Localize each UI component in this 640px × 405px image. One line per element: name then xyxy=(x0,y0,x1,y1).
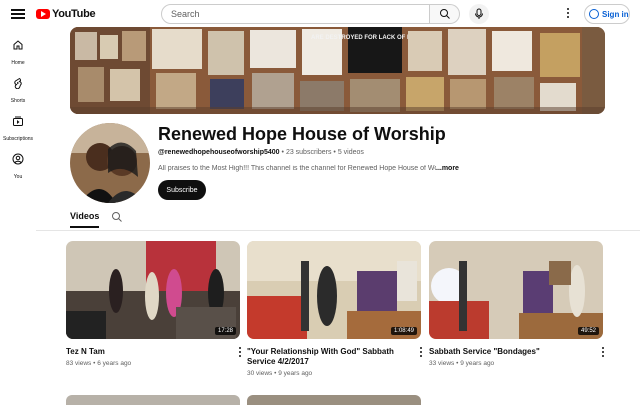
channel-description[interactable]: All praises to the Most High!!! This cha… xyxy=(158,165,459,172)
youtube-logo[interactable]: YouTube xyxy=(36,8,96,20)
more-link[interactable]: ...more xyxy=(436,165,459,172)
thumbnail-image xyxy=(429,241,603,339)
video-menu-icon[interactable] xyxy=(238,347,242,359)
video-meta: 83 views • 6 years ago xyxy=(66,360,240,367)
search-input[interactable]: Search xyxy=(161,4,430,24)
sidebar-item-label: You xyxy=(13,174,23,180)
top-bar: YouTube Search Sign in xyxy=(0,0,640,28)
banner-image: ARE DESTROYED FOR LACK OF Knowledge xyxy=(70,27,605,114)
video-thumbnail[interactable]: 17:28 xyxy=(66,241,240,339)
home-icon xyxy=(13,40,23,50)
video-card[interactable]: 1:08:49 "Your Relationship With God" Sab… xyxy=(247,241,423,377)
video-title[interactable]: Tez N Tam xyxy=(66,347,216,357)
signin-button[interactable]: Sign in xyxy=(584,4,630,24)
search-placeholder: Search xyxy=(171,9,200,19)
microphone-icon xyxy=(475,8,483,19)
channel-tabs: Videos xyxy=(36,207,640,231)
sidebar-item-home[interactable]: Home xyxy=(0,38,36,66)
video-title[interactable]: "Your Relationship With God" Sabbath Ser… xyxy=(247,347,397,367)
view-count: 30 views xyxy=(247,370,273,377)
video-menu-icon[interactable] xyxy=(419,347,423,359)
video-thumbnail[interactable] xyxy=(247,395,421,405)
meta-separator: • xyxy=(456,360,459,367)
search-icon xyxy=(439,9,450,19)
video-card[interactable]: 17:28 Tez N Tam 83 views • 6 years ago xyxy=(66,241,242,367)
sidebar-item-subscriptions[interactable]: Subscriptions xyxy=(0,114,36,142)
view-count: 33 views xyxy=(429,360,455,367)
menu-icon[interactable] xyxy=(10,7,26,21)
youtube-play-icon xyxy=(36,9,50,19)
settings-menu-icon[interactable] xyxy=(566,8,570,20)
tab-videos[interactable]: Videos xyxy=(70,211,100,228)
sidebar-item-label: Shorts xyxy=(10,98,26,104)
video-thumbnail[interactable] xyxy=(66,395,240,405)
voice-search-button[interactable] xyxy=(469,4,489,24)
meta-separator: • xyxy=(281,149,284,156)
signin-label: Sign in xyxy=(602,9,629,19)
sidebar-item-you[interactable]: You xyxy=(0,152,36,180)
video-thumbnail[interactable]: 1:08:49 xyxy=(247,241,421,339)
video-age: 6 years ago xyxy=(97,360,132,367)
video-title[interactable]: Sabbath Service "Bondages" xyxy=(429,347,579,357)
video-duration: 17:28 xyxy=(214,327,236,335)
video-menu-icon[interactable] xyxy=(601,347,605,359)
channel-avatar[interactable] xyxy=(70,123,150,203)
video-age: 9 years ago xyxy=(278,370,313,377)
video-age: 9 years ago xyxy=(460,360,495,367)
account-icon xyxy=(589,9,599,19)
sidebar-item-label: Home xyxy=(11,60,25,66)
avatar-image xyxy=(70,123,150,203)
video-thumbnail[interactable]: 49:52 xyxy=(429,241,603,339)
video-duration: 1:08:49 xyxy=(390,327,417,335)
channel-handle[interactable]: @renewedhopehouseofworship5400 xyxy=(158,149,280,156)
video-meta: 30 views • 9 years ago xyxy=(247,370,421,377)
meta-separator: • xyxy=(274,370,277,377)
description-text: All praises to the Most High!!! This cha… xyxy=(158,165,436,172)
meta-separator: • xyxy=(93,360,96,367)
view-count: 83 views xyxy=(66,360,92,367)
shorts-icon xyxy=(14,77,22,90)
video-duration: 49:52 xyxy=(577,327,599,335)
subscriber-count: 23 subscribers xyxy=(285,149,332,156)
channel-title: Renewed Hope House of Worship xyxy=(158,124,446,144)
thumbnail-image xyxy=(247,241,421,339)
thumbnail-image xyxy=(66,241,240,339)
subscribe-button[interactable]: Subscribe xyxy=(158,180,206,200)
logo-text: YouTube xyxy=(52,8,96,20)
video-meta: 33 views • 9 years ago xyxy=(429,360,603,367)
channel-meta: @renewedhopehouseofworship5400 • 23 subs… xyxy=(158,149,364,156)
subscriptions-icon xyxy=(13,116,23,126)
video-card[interactable]: 49:52 Sabbath Service "Bondages" 33 view… xyxy=(429,241,605,367)
you-icon xyxy=(12,153,24,165)
search-icon[interactable] xyxy=(111,211,123,223)
search-button[interactable] xyxy=(430,4,460,24)
channel-banner: ARE DESTROYED FOR LACK OF Knowledge xyxy=(70,27,605,114)
sidebar-item-label: Subscriptions xyxy=(2,136,33,142)
sidebar-item-shorts[interactable]: Shorts xyxy=(0,76,36,104)
meta-separator: • xyxy=(333,149,336,156)
video-count: 5 videos xyxy=(337,149,364,156)
